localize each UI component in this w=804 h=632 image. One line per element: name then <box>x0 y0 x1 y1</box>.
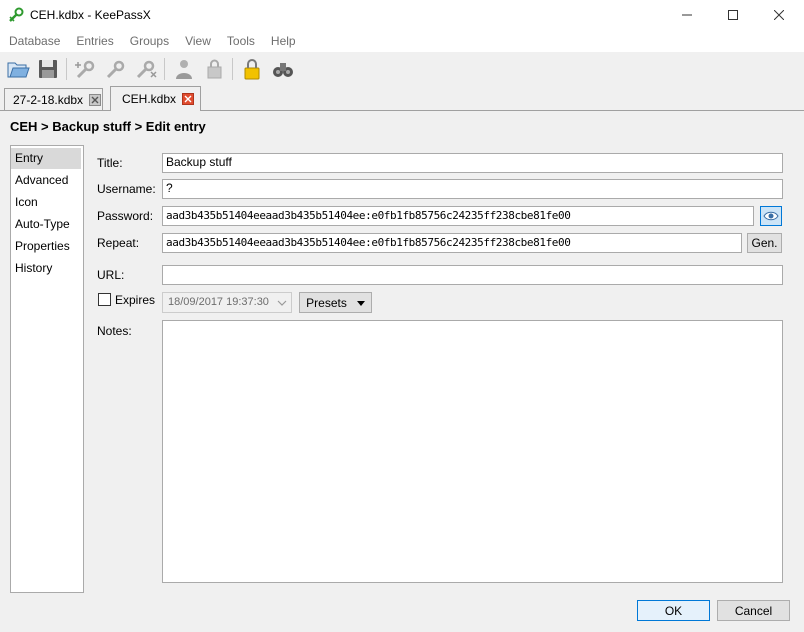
repeat-password-input[interactable]: aad3b435b51404eeaad3b435b51404ee:e0fb1fb… <box>162 233 742 253</box>
notes-textarea[interactable] <box>162 320 783 583</box>
presets-dropdown-button[interactable]: Presets <box>299 292 372 313</box>
close-window-button[interactable] <box>756 0 802 30</box>
key-add-icon <box>75 60 95 79</box>
expires-checkbox[interactable] <box>98 293 111 306</box>
lock-database-button[interactable] <box>239 56 265 82</box>
add-entry-button[interactable] <box>73 56 99 82</box>
presets-label: Presets <box>306 295 347 310</box>
toggle-password-visibility-button[interactable] <box>760 206 782 226</box>
save-disk-icon <box>39 60 57 78</box>
password-label: Password: <box>97 209 154 223</box>
menu-help[interactable]: Help <box>271 34 296 48</box>
chevron-down-icon <box>277 297 287 311</box>
minimize-icon <box>682 14 692 16</box>
category-auto-type[interactable]: Auto-Type <box>11 214 81 235</box>
close-icon <box>182 93 195 105</box>
expires-label: Expires <box>115 293 156 307</box>
title-label: Title: <box>97 156 123 170</box>
url-input[interactable] <box>162 265 783 285</box>
ok-button[interactable]: OK <box>637 600 710 621</box>
menu-database[interactable]: Database <box>9 34 60 48</box>
open-folder-icon <box>7 62 30 78</box>
dropdown-arrow-icon <box>356 296 365 310</box>
breadcrumb: CEH > Backup stuff > Edit entry <box>10 119 206 134</box>
category-list: Entry Advanced Icon Auto-Type Properties… <box>10 145 84 593</box>
category-properties[interactable]: Properties <box>11 236 81 257</box>
cancel-button[interactable]: Cancel <box>717 600 790 621</box>
save-database-button[interactable] <box>35 56 61 82</box>
category-history[interactable]: History <box>11 258 81 279</box>
close-icon <box>774 10 784 20</box>
window-title: CEH.kdbx - KeePassX <box>30 8 151 22</box>
menu-bar: Database Entries Groups View Tools Help <box>0 30 804 52</box>
username-label: Username: <box>97 182 156 196</box>
close-tab-button[interactable] <box>182 93 195 105</box>
edit-entry-button[interactable] <box>103 56 129 82</box>
menu-groups[interactable]: Groups <box>130 34 169 48</box>
menu-tools[interactable]: Tools <box>227 34 255 48</box>
username-input[interactable]: ? <box>162 179 783 199</box>
tab-label: CEH.kdbx <box>122 92 177 106</box>
generate-password-button[interactable]: Gen. <box>747 233 782 253</box>
minimize-button[interactable] <box>664 0 710 30</box>
category-entry[interactable]: Entry <box>11 148 81 169</box>
search-button[interactable] <box>270 56 296 82</box>
copy-password-button[interactable] <box>201 56 227 82</box>
expires-datetime-value: 18/09/2017 19:37:30 <box>168 296 269 308</box>
open-database-button[interactable] <box>5 56 31 82</box>
key-edit-icon <box>106 60 125 79</box>
toolbar <box>0 52 804 86</box>
url-label: URL: <box>97 268 125 282</box>
password-copy-icon <box>207 59 222 79</box>
menu-view[interactable]: View <box>185 34 211 48</box>
user-copy-icon <box>176 60 192 79</box>
key-delete-icon <box>136 60 157 79</box>
close-tab-button[interactable] <box>89 93 102 106</box>
category-advanced[interactable]: Advanced <box>11 170 81 191</box>
toolbar-separator <box>66 58 67 80</box>
title-input[interactable]: Backup stuff <box>162 153 783 173</box>
close-icon <box>89 93 102 106</box>
repeat-label: Repeat: <box>97 236 140 250</box>
maximize-button[interactable] <box>710 0 756 30</box>
title-bar: CEH.kdbx - KeePassX <box>0 0 804 30</box>
tab-ceh[interactable]: CEH.kdbx <box>110 86 201 111</box>
lock-icon <box>244 59 260 80</box>
binoculars-icon <box>273 63 293 77</box>
category-icon[interactable]: Icon <box>11 192 81 213</box>
copy-username-button[interactable] <box>171 56 197 82</box>
tab-label: 27-2-18.kdbx <box>13 92 84 107</box>
expires-datetime-input[interactable]: 18/09/2017 19:37:30 <box>162 292 292 313</box>
tab-27-2-18[interactable]: 27-2-18.kdbx <box>4 88 103 110</box>
delete-entry-button[interactable] <box>133 56 159 82</box>
notes-label: Notes: <box>97 324 132 338</box>
eye-icon <box>763 211 779 221</box>
menu-entries[interactable]: Entries <box>76 34 113 48</box>
toolbar-separator <box>164 58 165 80</box>
maximize-icon <box>728 10 738 20</box>
password-input[interactable]: aad3b435b51404eeaad3b435b51404ee:e0fb1fb… <box>162 206 754 226</box>
toolbar-separator <box>232 58 233 80</box>
keepassx-app-icon <box>8 7 24 23</box>
